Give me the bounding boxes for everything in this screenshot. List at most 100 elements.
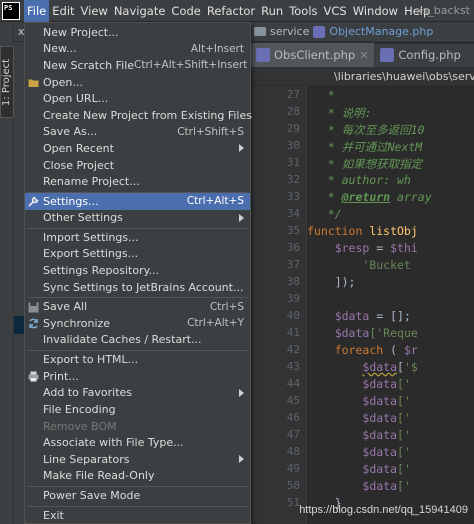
code-line: * (307, 88, 335, 102)
php-file-icon (313, 25, 326, 38)
line-number: 45 (286, 394, 300, 407)
line-number: 34 (286, 207, 300, 220)
menu-item-print[interactable]: Print... (25, 368, 250, 385)
menu-item-open-recent[interactable]: Open Recent (25, 140, 250, 157)
tab-obsclient[interactable]: ObsClient.php ✕ (250, 43, 375, 67)
code-line: function listObj (307, 224, 418, 238)
window-title: xs_backst (416, 4, 470, 17)
project-tab-label: 1: Project (1, 58, 13, 106)
line-number: 49 (286, 462, 300, 475)
navigation-breadcrumb: service ObjectManage.php (250, 22, 474, 42)
code-line: * 每次至多返回10 (307, 123, 425, 137)
menu-item-make-read-only[interactable]: Make File Read-Only (25, 468, 250, 485)
menu-item-export-html[interactable]: Export to HTML... (25, 352, 250, 369)
line-number: 50 (286, 479, 300, 492)
line-number: 47 (286, 428, 300, 441)
menu-item-open[interactable]: Open... (25, 74, 250, 91)
breadcrumb-folder[interactable]: service (270, 25, 309, 38)
code-line: $data[' (362, 445, 411, 459)
submenu-arrow-icon (239, 455, 244, 464)
php-file-icon (256, 48, 270, 62)
save-icon (28, 302, 39, 312)
tab-config[interactable]: Config.php (374, 43, 466, 67)
close-icon[interactable]: ✕ (359, 49, 368, 62)
menu-item-import-settings[interactable]: Import Settings... (25, 229, 250, 246)
line-number: 39 (286, 292, 300, 305)
menu-item-settings-repository[interactable]: Settings Repository... (25, 262, 250, 279)
menu-item-file-encoding[interactable]: File Encoding (25, 401, 250, 418)
line-number: 41 (286, 326, 300, 339)
php-file-icon (380, 48, 395, 62)
submenu-arrow-icon (239, 388, 244, 397)
menu-item-other-settings[interactable]: Other Settings (25, 210, 250, 227)
line-number: 40 (286, 309, 300, 322)
menu-item-open-url[interactable]: Open URL... (25, 90, 250, 107)
menu-item-create-from-existing[interactable]: Create New Project from Existing Files (25, 107, 252, 124)
line-number: 48 (286, 445, 300, 458)
line-number: 51 (286, 496, 300, 509)
code-line: $data['Reque (334, 326, 418, 340)
menu-bar: PS File Edit View Navigate Code Refactor… (0, 0, 474, 22)
folder-open-icon (28, 79, 39, 87)
folder-icon (254, 27, 266, 36)
line-number: 32 (286, 173, 300, 186)
menu-item-settings[interactable]: Settings... Ctrl+Alt+S (25, 193, 250, 210)
menu-run[interactable]: Run (258, 0, 286, 22)
code-line: */ (307, 207, 342, 221)
menu-window[interactable]: Window (350, 0, 401, 22)
menu-item-invalidate-caches[interactable]: Invalidate Caches / Restart... (25, 332, 250, 349)
watermark-url: https://blog.csdn.net/qq_15941409 (299, 504, 468, 516)
menu-item-close-project[interactable]: Close Project (25, 157, 250, 174)
menu-item-line-separators[interactable]: Line Separators (25, 451, 250, 468)
menu-item-rename-project[interactable]: Rename Project... (25, 173, 250, 190)
code-line: 'Bucket (307, 258, 411, 272)
line-number: 29 (286, 122, 300, 135)
project-tool-tab[interactable]: 1: Project (0, 46, 14, 118)
menu-vcs[interactable]: VCS (321, 0, 350, 22)
submenu-arrow-icon (239, 144, 244, 153)
left-tool-strip: 1: Project (0, 22, 14, 524)
menu-item-exit[interactable]: Exit (25, 507, 250, 524)
menu-edit[interactable]: Edit (49, 0, 77, 22)
menu-code[interactable]: Code (168, 0, 203, 22)
editor-tabs: ObsClient.php ✕ Config.php (250, 43, 474, 68)
file-path-bar: \libraries\huawei\obs\service (250, 68, 474, 86)
line-number: 44 (286, 377, 300, 390)
code-line: $resp = $thi (334, 241, 418, 255)
menu-item-new-scratch-file[interactable]: New Scratch File Ctrl+Alt+Shift+Insert (25, 57, 250, 74)
code-line: $data[' (362, 411, 411, 425)
printer-icon (28, 371, 39, 382)
phpstorm-logo-icon: PS (2, 1, 20, 20)
code-line: * 并可通过NextM (307, 140, 423, 154)
line-number: 37 (286, 258, 300, 271)
menu-item-power-save-mode[interactable]: Power Save Mode (25, 488, 250, 505)
menu-item-associate-file-type[interactable]: Associate with File Type... (25, 435, 250, 452)
menu-file[interactable]: File (24, 0, 50, 22)
menu-item-sync-settings[interactable]: Sync Settings to JetBrains Account... (25, 279, 250, 296)
menu-refactor[interactable]: Refactor (204, 0, 258, 22)
menu-item-new[interactable]: New... Alt+Insert (25, 41, 250, 58)
menu-tools[interactable]: Tools (286, 0, 320, 22)
code-line: $data[' (362, 462, 411, 476)
menu-view[interactable]: View (78, 0, 111, 22)
code-line: * author: wh (307, 173, 411, 187)
code-line: $data['$ (362, 360, 418, 374)
code-editor[interactable]: * * 说明: * 每次至多返回10 * 并可通过NextM * 如果想获取指定… (306, 86, 474, 524)
breadcrumb-file[interactable]: ObjectManage.php (329, 25, 433, 38)
code-line: $data[' (362, 428, 411, 442)
menu-item-add-to-favorites[interactable]: Add to Favorites (25, 385, 250, 402)
line-number: 46 (286, 411, 300, 424)
sync-icon (29, 318, 38, 329)
menu-item-save-as[interactable]: Save As... Ctrl+Shift+S (25, 124, 250, 141)
menu-navigate[interactable]: Navigate (111, 0, 169, 22)
code-line: foreach ( $r (334, 343, 418, 357)
tab-label: Config.php (398, 48, 461, 62)
line-number: 31 (286, 156, 300, 169)
wrench-icon (28, 196, 39, 207)
menu-item-synchronize[interactable]: Synchronize Ctrl+Alt+Y (25, 315, 250, 332)
tab-label: ObsClient.php (274, 48, 356, 62)
menu-item-save-all[interactable]: Save All Ctrl+S (25, 299, 250, 316)
menu-item-new-project[interactable]: New Project... (25, 24, 250, 41)
menu-item-export-settings[interactable]: Export Settings... (25, 246, 250, 263)
code-line: $data[' (362, 394, 411, 408)
